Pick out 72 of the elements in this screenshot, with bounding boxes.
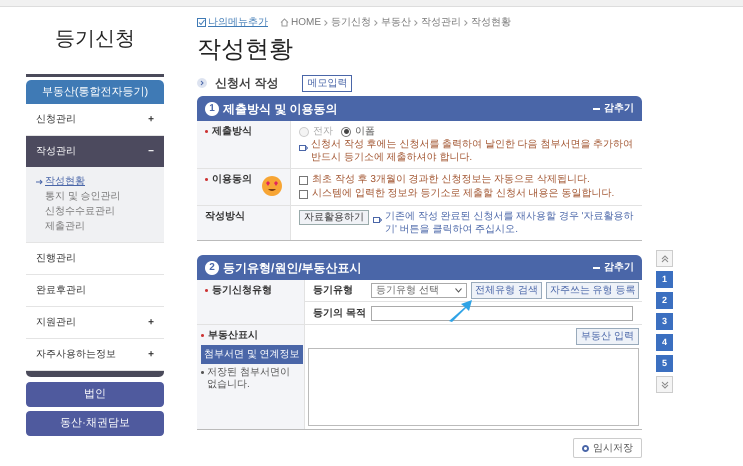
my-menu-link[interactable]: 나의메뉴추가	[208, 15, 268, 30]
checkbox-label: 시스템에 입력한 정보와 등기소로 제출할 신청서 내용은 동일합니다.	[312, 187, 614, 201]
property-input-button[interactable]: 부동산 입력	[576, 328, 639, 345]
checkbox[interactable]	[299, 190, 308, 198]
checkbox-icon	[197, 18, 206, 27]
field-label: 부동산표시	[208, 329, 258, 343]
step-number: 2	[205, 260, 219, 274]
property-textarea[interactable]	[308, 348, 639, 426]
breadcrumb-link[interactable]: 등기신청	[331, 15, 371, 30]
checkbox-label: 최초 작성 후 3개월이 경과한 신청정보는 자동으로 삭제됩니다.	[312, 173, 590, 187]
field-label: 등기유형	[312, 284, 354, 298]
purpose-input[interactable]	[371, 306, 633, 320]
sidebar-button[interactable]: 법인	[26, 382, 164, 407]
submenu-link[interactable]: 신청수수료관리	[45, 205, 115, 219]
reuse-button[interactable]: 자료활용하기	[299, 210, 369, 225]
page-title: 작성현황	[197, 35, 294, 65]
breadcrumb-link[interactable]: 작성현황	[471, 15, 511, 30]
breadcrumb-link[interactable]: HOME	[291, 15, 321, 30]
section-title: 신청서 작성	[215, 75, 278, 92]
panel-title: 제출방식 및 이용동의	[223, 100, 338, 118]
pointer-arrow-icon	[447, 299, 473, 323]
radio-label: 전자	[313, 125, 333, 138]
category-header[interactable]: 부동산(통합전자등기)	[26, 80, 164, 104]
section-nav-button[interactable]: 4	[656, 334, 673, 351]
arrow-icon	[36, 179, 43, 185]
type-select[interactable]: 등기유형 선택	[371, 283, 467, 298]
note-icon	[299, 145, 308, 152]
field-label: 작성방식	[205, 210, 245, 224]
chevron-icon	[464, 20, 468, 26]
scroll-top-button[interactable]	[656, 250, 673, 267]
submenu-link[interactable]: 작성현황	[45, 175, 85, 189]
checkbox[interactable]	[299, 176, 308, 184]
temp-save-button[interactable]: 임시저장	[573, 438, 642, 458]
scroll-bottom-button[interactable]	[656, 376, 673, 393]
field-label: 등기의 목적	[312, 306, 367, 320]
dropdown-caret-icon	[455, 288, 462, 293]
attachment-button[interactable]: 첨부서면 및 연계정보	[201, 345, 303, 364]
chevron-icon	[324, 20, 328, 26]
field-label: 이용동의	[212, 173, 252, 187]
collapse-button[interactable]: 감추기	[593, 260, 634, 275]
memo-button[interactable]: 메모입력	[302, 74, 352, 92]
double-up-icon	[660, 254, 668, 262]
bullet-icon	[201, 371, 204, 374]
attachment-note: 저장된 첨부서면이 없습니다.	[207, 367, 291, 391]
radio-label: 이폼	[355, 125, 375, 138]
submenu-link[interactable]: 제출관리	[45, 220, 85, 234]
favorite-button[interactable]: 자주쓰는 유형 등록	[546, 282, 640, 299]
section-nav-button[interactable]: 5	[656, 355, 673, 372]
section-nav-button[interactable]: 2	[656, 292, 673, 309]
step-number: 1	[205, 102, 219, 116]
home-icon	[280, 18, 289, 27]
panel-title: 등기유형/원인/부동산표시	[223, 260, 362, 276]
chevron-icon	[414, 20, 418, 26]
sidebar-item[interactable]: 작성관리 −	[26, 136, 164, 167]
double-down-icon	[660, 380, 668, 388]
search-all-button[interactable]: 전체유형 검색	[471, 282, 542, 299]
breadcrumb-link[interactable]: 부동산	[381, 15, 411, 30]
submenu-link[interactable]: 통지 및 승인관리	[45, 190, 121, 204]
sidebar-button[interactable]: 동산·채권담보	[26, 411, 164, 436]
breadcrumb-link[interactable]: 작성관리	[421, 15, 461, 30]
chevron-icon	[374, 20, 378, 26]
notice-text: 신청서 작성 후에는 신청서를 출력하여 날인한 다음 첨부서면을 추가하여 반드시 등기소에 제출하셔야 합니다.	[311, 138, 634, 164]
note-icon	[373, 217, 382, 224]
collapse-button[interactable]: 감추기	[593, 101, 634, 116]
radio-button[interactable]	[341, 126, 351, 136]
sidebar-title: 등기신청	[54, 27, 136, 52]
field-label: 제출방식	[212, 125, 252, 139]
section-nav-button[interactable]: 3	[656, 313, 673, 330]
notice-text: 기존에 작성 완료된 신청서를 재사용할 경우 '자료활용하기' 버튼을 클릭하여 주십시오.	[385, 210, 634, 236]
field-label: 등기신청유형	[212, 284, 272, 298]
section-nav-button[interactable]: 1	[656, 271, 673, 288]
heart-eyes-emoji-icon	[262, 176, 282, 196]
